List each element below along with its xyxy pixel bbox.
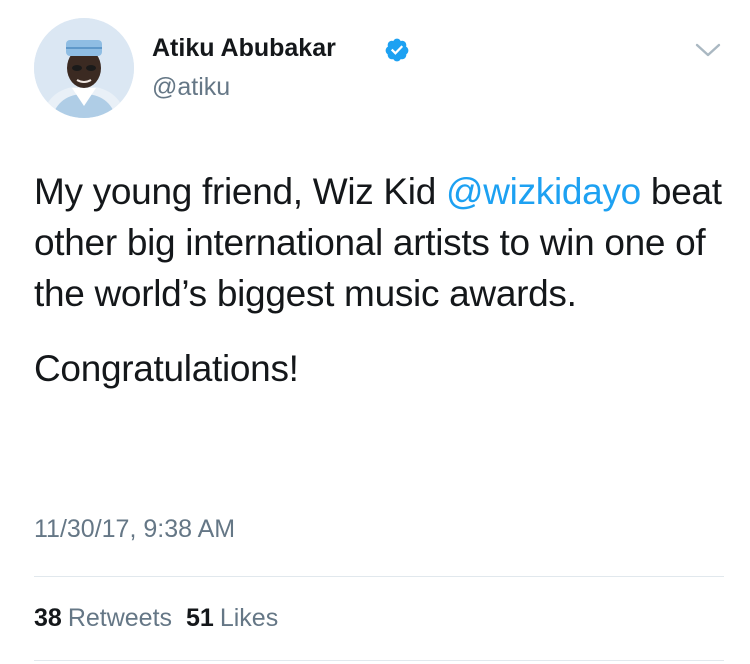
tweet-text: My young friend, Wiz Kid @wizkidayo beat…	[34, 166, 724, 394]
tweet-stats: 38 Retweets 51 Likes	[34, 604, 278, 633]
chevron-down-icon[interactable]	[694, 40, 722, 60]
display-name[interactable]: Atiku Abubakar	[152, 34, 336, 63]
divider	[34, 576, 724, 577]
likes-count: 51	[186, 604, 214, 632]
tweet-text-start: My young friend, Wiz Kid	[34, 171, 446, 212]
retweets-count: 38	[34, 604, 62, 632]
tweet-paragraph-2: Congratulations!	[34, 348, 299, 389]
mention-link[interactable]: @wizkidayo	[446, 171, 641, 212]
user-handle[interactable]: @atiku	[152, 73, 230, 102]
likes-stat[interactable]: 51 Likes	[186, 604, 278, 633]
divider	[34, 660, 724, 661]
tweet-paragraph-1: My young friend, Wiz Kid @wizkidayo beat…	[34, 166, 724, 319]
likes-label: Likes	[219, 604, 279, 632]
verified-badge-icon	[385, 38, 409, 62]
retweets-label: Retweets	[67, 604, 173, 632]
avatar[interactable]	[34, 18, 134, 118]
retweets-stat[interactable]: 38 Retweets	[34, 604, 172, 633]
avatar-image	[34, 18, 134, 118]
tweet-timestamp[interactable]: 11/30/17, 9:38 AM	[34, 515, 235, 544]
